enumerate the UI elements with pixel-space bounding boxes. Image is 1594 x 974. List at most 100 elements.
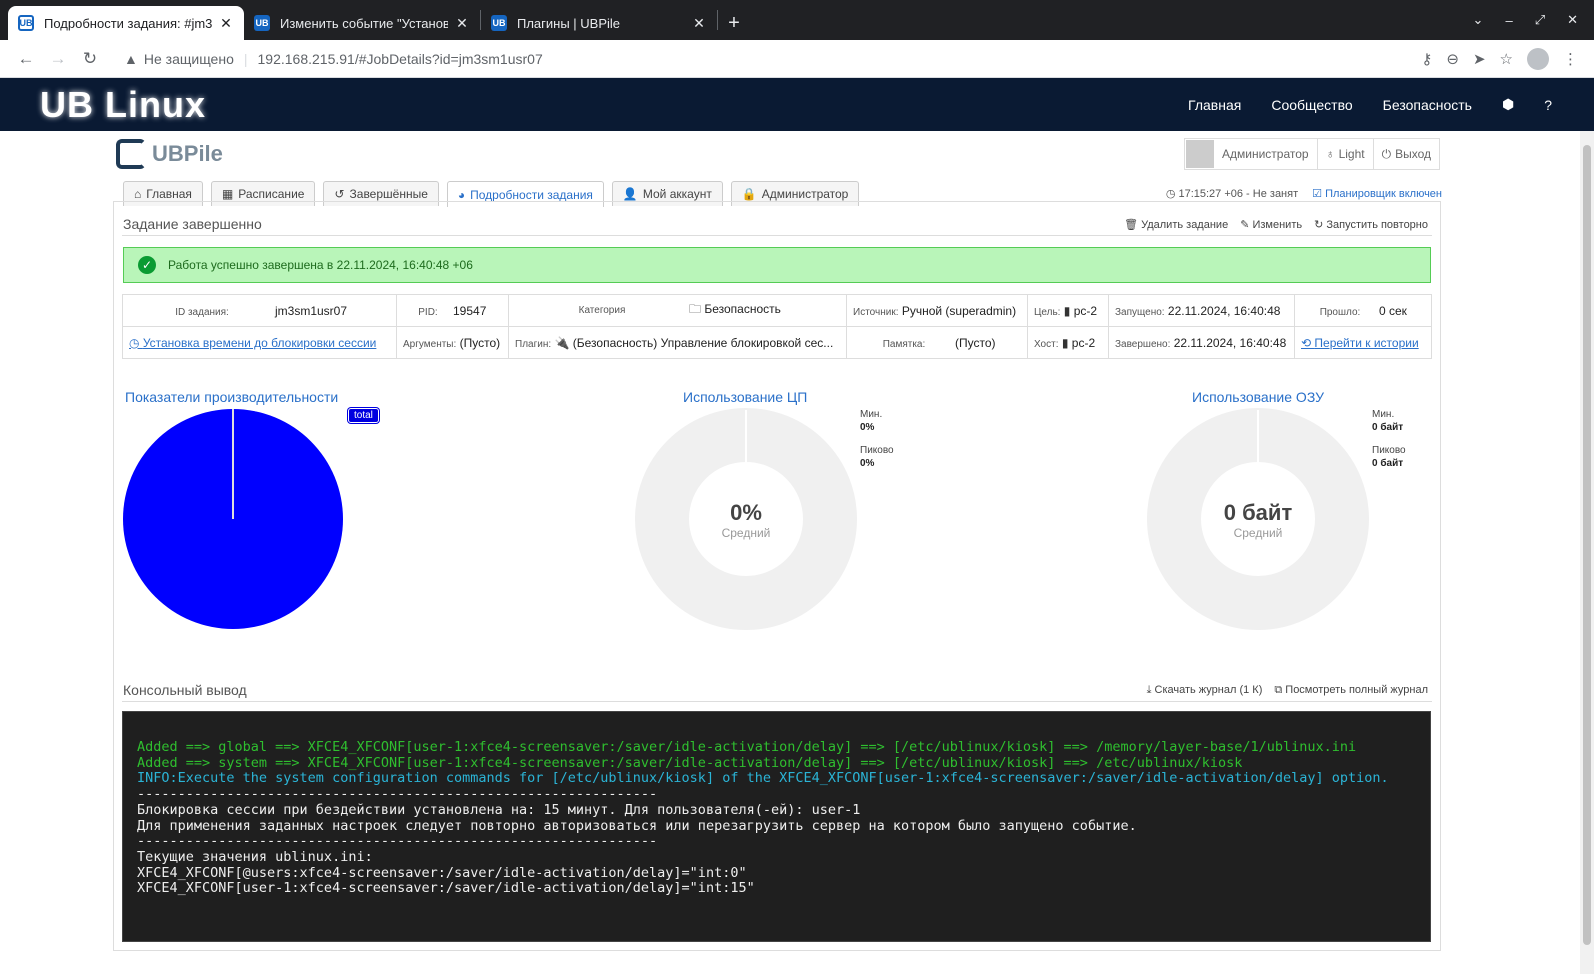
reload-button[interactable]: ↻ [74,43,106,75]
ub-favicon-icon: UB [491,15,507,31]
finished-value: 22.11.2024, 16:40:48 [1173,335,1287,350]
ram-average-value: 0 байт [1223,500,1293,525]
trash-icon: 🗑 [1124,219,1142,231]
site-header: UB Linux Главная Сообщество Безопасность… [0,78,1594,131]
console-line: ----------------------------------------… [137,786,658,803]
logout-button[interactable]: ⏻ Выход [1374,139,1439,169]
url-text[interactable]: 192.168.215.91/#JobDetails?id=jm3sm1usr0… [258,51,543,67]
tab-search-icon[interactable]: ⌄ [1473,12,1484,28]
browser-tabbar: UB Подробности задания: #jm3sm1usr07 ✕ U… [0,0,1594,40]
close-tab-icon[interactable]: ✕ [691,15,707,32]
cpu-chart-title: Использование ЦП [683,389,808,405]
history-icon: ↺ [334,187,345,201]
finished-label: Завершено: [1115,338,1171,350]
help-icon[interactable]: ? [1544,97,1552,113]
cpu-min-value: 0% [860,422,875,433]
event-link[interactable]: ◷ Установка времени до блокировки сессии [129,336,376,350]
key-icon[interactable]: ⚷ [1421,50,1432,68]
close-window-icon[interactable]: ✕ [1567,12,1578,28]
memo-label: Памятка: [882,338,926,350]
cell-target: Цель: ▮ pc-2 [1027,294,1109,327]
console-line: INFO:Execute the system configuration co… [137,770,1389,787]
minimize-icon[interactable]: – [1505,13,1512,28]
insecure-label: Не защищено [143,50,234,67]
browser-tab-title: Плагины | UBPile [517,15,621,31]
history-link[interactable]: ⟲ Перейти к истории [1301,336,1419,350]
scrollbar-thumb[interactable] [1583,145,1591,945]
address-bar: ← → ↻ ▲ Не защищено | 192.168.215.91/#Jo… [0,40,1594,78]
ub-favicon-icon: UB [254,15,270,31]
new-tab-button[interactable]: + [718,6,750,40]
edit-job-button[interactable]: ✎ Изменить [1240,218,1302,231]
delete-job-button[interactable]: 🗑 Удалить задание [1124,218,1228,231]
scheduler-toggle[interactable]: ☑ Планировщик включен [1312,187,1442,200]
plugin-value: (Безопасность) Управление блокировкой се… [572,335,834,350]
browser-tab-edit-event[interactable]: UB Изменить событие "Установка времени ✕ [244,6,480,40]
nav-home[interactable]: Главная [1188,97,1241,113]
window-controls: ⌄ – ⤢ ✕ [1473,0,1594,40]
close-tab-icon[interactable]: ✕ [218,15,234,32]
started-label: Запущено: [1115,306,1165,318]
close-tab-icon[interactable]: ✕ [454,15,470,32]
cell-started: Запущено: 22.11.2024, 16:40:48 [1108,294,1295,327]
forward-button[interactable]: → [42,43,74,75]
tab-label: Завершённые [349,187,428,201]
nav-community[interactable]: Сообщество [1271,97,1352,113]
legend-item-total[interactable]: total [348,408,379,423]
logout-label: Выход [1395,147,1431,161]
browser-tab-plugins[interactable]: UB Плагины | UBPile ✕ [481,6,717,40]
refresh-icon: ↻ [1314,219,1327,231]
mobile-icon: ▮ [1061,335,1069,350]
host-label: Хост: [1034,338,1059,350]
tab-label: Главная [146,187,192,201]
status-right: ◷ 17:15:27 +06 - Не занят ☑ Планировщик … [1166,187,1442,200]
host-value: pc-2 [1071,335,1096,350]
success-message: Работа успешно завершена в 22.11.2024, 1… [168,258,473,272]
cell-memo: Памятка: (Пусто) [846,326,1028,359]
cell-source: Источник: Ручной (superadmin) [846,294,1028,327]
source-label: Источник: [853,306,899,318]
ram-average-label: Средний [1233,526,1283,540]
browser-tab-title: Изменить событие "Установка времени [280,15,448,31]
zoom-icon[interactable]: ⊖ [1446,50,1459,68]
job-id-value: jm3sm1usr07 [275,303,348,318]
ram-chart-title: Использование ОЗУ [1192,389,1325,405]
target-value: pc-2 [1073,303,1098,318]
elapsed-label: Прошло: [1319,306,1361,318]
cpu-average: 0% Средний [686,500,806,540]
cell-host: Хост: ▮ pc-2 [1027,326,1109,359]
user-avatar[interactable] [1185,140,1214,168]
cell-finished: Завершено: 22.11.2024, 16:40:48 [1108,326,1295,359]
browser-tab-job-details[interactable]: UB Подробности задания: #jm3sm1usr07 ✕ [8,6,244,40]
page-scrollbar[interactable] [1580,131,1594,974]
warning-icon[interactable]: ▲ [124,51,138,67]
back-button[interactable]: ← [10,43,42,75]
restore-icon[interactable]: ⤢ [1535,12,1545,28]
console-output[interactable]: Added ==> global ==> XFCE4_XFCONF[user-1… [122,711,1431,942]
toolbar-icons: ⚷ ⊖ ➤ ☆ ⋮ [1421,47,1584,70]
rerun-job-button[interactable]: ↻ Запустить повторно [1314,218,1428,231]
package-icon[interactable]: ⬢ [1502,96,1514,113]
perf-chart-title: Показатели производительности [125,389,339,405]
view-full-log-button[interactable]: ⧉ Посмотреть полный журнал [1274,684,1428,697]
ub-favicon-icon: UB [18,15,34,31]
user-name-link[interactable]: Администратор [1214,139,1318,169]
ubpile-logo[interactable]: UBPile [116,139,223,169]
theme-toggle[interactable]: ♁ Light [1318,139,1374,169]
event-link-text: Установка времени до блокировки сессии [142,335,377,350]
clock-icon: ◷ [1165,188,1179,200]
download-log-button[interactable]: ⤓ Скачать журнал (1 К) [1147,684,1263,697]
bookmark-star-icon[interactable]: ☆ [1500,50,1513,68]
omnibox[interactable]: ▲ Не защищено | 192.168.215.91/#JobDetai… [114,44,1413,74]
tab-label: Мой аккаунт [642,187,712,201]
console-line: Блокировка сессии при бездействии устано… [137,801,861,818]
menu-kebab-icon[interactable]: ⋮ [1563,50,1578,68]
scheduler-label: Планировщик включен [1325,188,1442,200]
ubpile-logo-icon [116,139,146,169]
profile-avatar-icon[interactable] [1527,47,1549,70]
ram-peak-value: 0 байт [1372,458,1404,469]
send-icon[interactable]: ➤ [1473,50,1486,68]
console-line: XFCE4_XFCONF[@users:xfce4-screensaver:/s… [137,864,747,881]
ublinux-logo[interactable]: UB Linux [40,84,206,126]
nav-security[interactable]: Безопасность [1383,97,1472,113]
